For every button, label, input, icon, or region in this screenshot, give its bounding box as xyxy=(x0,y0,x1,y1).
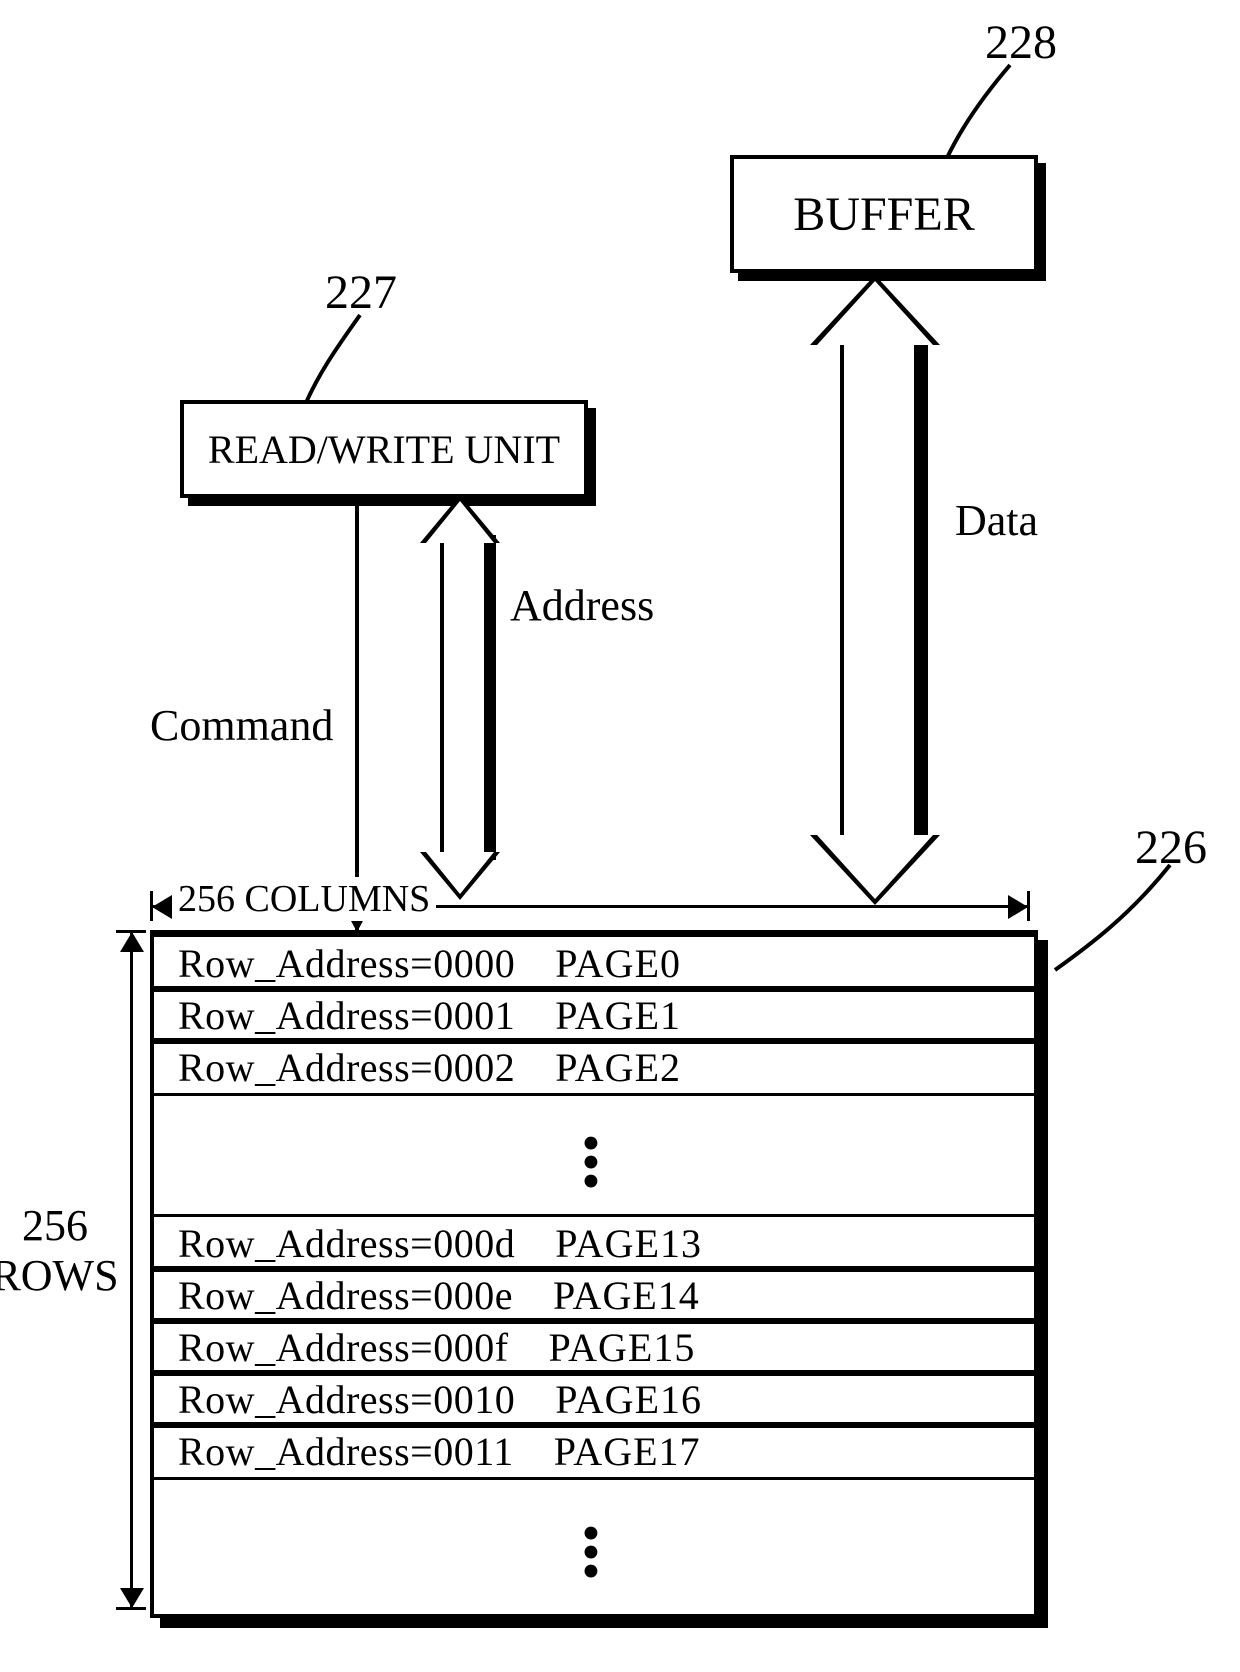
data-arrow xyxy=(810,275,940,905)
buffer-label: BUFFER xyxy=(793,187,974,242)
command-arrow xyxy=(355,495,359,930)
leader-228 xyxy=(940,60,1060,170)
columns-dimension: 256 COLUMNS xyxy=(150,885,1030,925)
read-write-unit-label: READ/WRITE UNIT xyxy=(208,426,560,473)
memory-row: Row_Address=0000 PAGE0 xyxy=(154,934,1034,992)
command-arrow-label: Command xyxy=(150,700,333,751)
memory-row: Row_Address=0001 PAGE1 xyxy=(154,986,1034,1044)
buffer-block: BUFFER xyxy=(730,155,1038,273)
memory-row: Row_Address=0010 PAGE16 xyxy=(154,1370,1034,1428)
memory-row: Row_Address=0011 PAGE17 xyxy=(154,1422,1034,1480)
memory-row-address: Row_Address=0001 xyxy=(178,992,515,1039)
memory-row-page: PAGE15 xyxy=(549,1324,696,1371)
memory-row-page: PAGE16 xyxy=(555,1376,702,1423)
memory-row-page: PAGE2 xyxy=(555,1044,681,1091)
memory-row-address: Row_Address=0010 xyxy=(178,1376,515,1423)
columns-dimension-label: 256 COLUMNS xyxy=(172,877,436,921)
memory-row: Row_Address=000f PAGE15 xyxy=(154,1318,1034,1376)
memory-row-address: Row_Address=000d xyxy=(178,1220,515,1267)
memory-row-address: Row_Address=000f xyxy=(178,1324,509,1371)
memory-row: Row_Address=0002 PAGE2 xyxy=(154,1038,1034,1096)
memory-row-address: Row_Address=0011 xyxy=(178,1428,514,1475)
diagram-canvas: 228 227 226 BUFFER READ/WRITE UNIT Data … xyxy=(0,0,1240,1672)
memory-row: Row_Address=000e PAGE14 xyxy=(154,1266,1034,1324)
address-arrow-label: Address xyxy=(510,580,654,631)
ellipsis-icon: ••• xyxy=(154,1524,1034,1581)
memory-row-page: PAGE17 xyxy=(554,1428,701,1475)
memory-row-page: PAGE13 xyxy=(555,1220,702,1267)
leader-226 xyxy=(1050,860,1210,980)
address-arrow xyxy=(420,495,500,900)
memory-array-block: Row_Address=0000 PAGE0 Row_Address=0001 … xyxy=(150,930,1038,1618)
data-arrow-label: Data xyxy=(955,495,1038,546)
memory-row-address: Row_Address=0000 xyxy=(178,940,515,987)
ellipsis-icon: ••• xyxy=(154,1134,1034,1191)
memory-row-page: PAGE1 xyxy=(555,992,681,1039)
memory-row: Row_Address=000d PAGE13 xyxy=(154,1214,1034,1272)
memory-row-address: Row_Address=0002 xyxy=(178,1044,515,1091)
memory-row-address: Row_Address=000e xyxy=(178,1272,513,1319)
memory-row-page: PAGE0 xyxy=(555,940,681,987)
read-write-unit-block: READ/WRITE UNIT xyxy=(180,400,588,498)
rows-dimension-label-1: 256 xyxy=(0,1200,110,1251)
leader-227 xyxy=(300,310,420,410)
memory-row-page: PAGE14 xyxy=(553,1272,700,1319)
rows-dimension-label-2: ROWS xyxy=(0,1250,135,1301)
